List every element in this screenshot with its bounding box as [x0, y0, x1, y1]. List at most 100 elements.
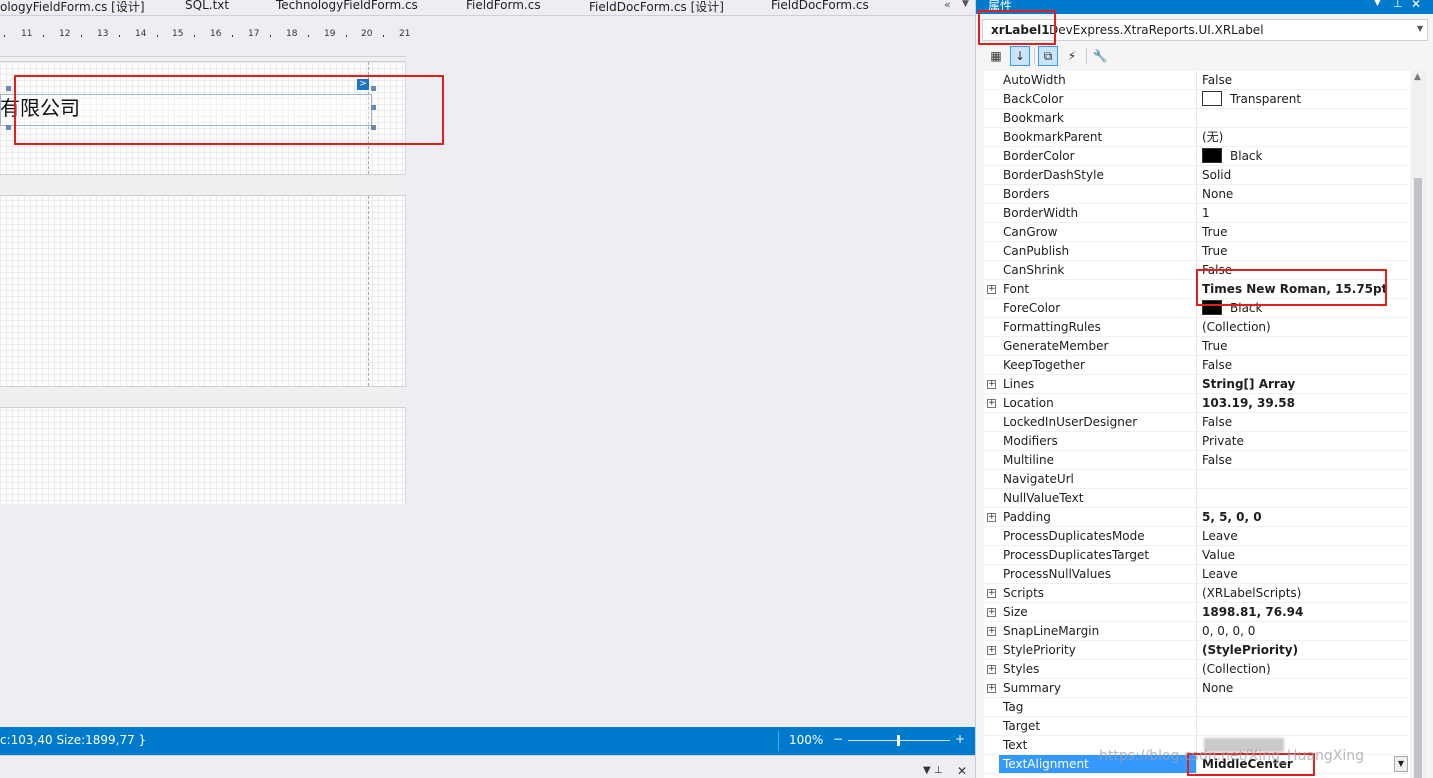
property-value[interactable]: Solid: [1198, 166, 1408, 184]
property-row-keeptogether[interactable]: KeepTogether False: [984, 356, 1408, 375]
property-value[interactable]: 5, 5, 0, 0: [1198, 508, 1408, 526]
property-value[interactable]: (Collection): [1198, 660, 1408, 678]
expand-icon[interactable]: +: [987, 513, 996, 522]
property-value[interactable]: Leave: [1198, 527, 1408, 545]
expand-icon[interactable]: +: [987, 608, 996, 617]
property-row-borderdashstyle[interactable]: BorderDashStyle Solid: [984, 166, 1408, 185]
expand-icon[interactable]: +: [987, 399, 996, 408]
property-row-multiline[interactable]: Multiline False: [984, 451, 1408, 470]
tab-technologyfieldform-design[interactable]: ologyFieldForm.cs [设计]: [0, 0, 145, 15]
property-value[interactable]: False: [1198, 71, 1408, 89]
property-row-autowidth[interactable]: AutoWidth False: [984, 71, 1408, 90]
property-value[interactable]: (Collection): [1198, 318, 1408, 336]
property-row-tag[interactable]: Tag: [984, 698, 1408, 717]
expand-icon[interactable]: +: [987, 627, 996, 636]
property-value[interactable]: None: [1198, 185, 1408, 203]
scroll-up-icon[interactable]: ▲: [1414, 72, 1421, 82]
expand-icon[interactable]: +: [987, 665, 996, 674]
property-value[interactable]: [1198, 698, 1408, 716]
bottom-pin-icon[interactable]: ▼ ⊥: [923, 765, 943, 776]
property-value[interactable]: [1198, 489, 1408, 507]
tab-overflow-icon[interactable]: «: [944, 0, 951, 11]
property-value[interactable]: [1198, 109, 1408, 127]
property-row-size[interactable]: + Size 1898.81, 76.94: [984, 603, 1408, 622]
property-value[interactable]: (XRLabelScripts): [1198, 584, 1408, 602]
expand-icon[interactable]: +: [987, 684, 996, 693]
property-row-bookmarkparent[interactable]: BookmarkParent (无): [984, 128, 1408, 147]
property-value[interactable]: (无): [1198, 128, 1408, 146]
tab-technologyfieldform-cs[interactable]: TechnologyFieldForm.cs: [276, 0, 418, 12]
zoom-slider-thumb[interactable]: [897, 735, 900, 746]
property-value[interactable]: Transparent: [1198, 90, 1408, 108]
property-value[interactable]: Value: [1198, 546, 1408, 564]
pin-icon[interactable]: ⊥: [1393, 0, 1403, 10]
properties-view-icon[interactable]: ⧉: [1038, 46, 1058, 66]
property-row-borderwidth[interactable]: BorderWidth 1: [984, 204, 1408, 223]
alphabetical-icon[interactable]: ↓: [1010, 46, 1030, 66]
property-row-target[interactable]: Target: [984, 717, 1408, 736]
property-row-backcolor[interactable]: BackColor Transparent: [984, 90, 1408, 109]
property-row-processnullvalues[interactable]: ProcessNullValues Leave: [984, 565, 1408, 584]
property-row-generatemember[interactable]: GenerateMember True: [984, 337, 1408, 356]
zoom-in-button[interactable]: +: [955, 732, 965, 746]
property-value[interactable]: 103.19, 39.58: [1198, 394, 1408, 412]
scrollbar-thumb[interactable]: [1414, 178, 1422, 778]
chevron-down-icon[interactable]: ▼: [1394, 756, 1408, 772]
property-row-lockedinuserdesigner[interactable]: LockedInUserDesigner False: [984, 413, 1408, 432]
property-row-summary[interactable]: + Summary None: [984, 679, 1408, 698]
property-value[interactable]: Leave: [1198, 565, 1408, 583]
property-value[interactable]: None: [1198, 679, 1408, 697]
property-row-snaplinemargin[interactable]: + SnapLineMargin 0, 0, 0, 0: [984, 622, 1408, 641]
property-row-nullvaluetext[interactable]: NullValueText: [984, 489, 1408, 508]
property-row-modifiers[interactable]: Modifiers Private: [984, 432, 1408, 451]
property-row-stylepriority[interactable]: + StylePriority (StylePriority): [984, 641, 1408, 660]
tab-fielddocform-cs[interactable]: FieldDocForm.cs: [771, 0, 869, 12]
property-value[interactable]: (StylePriority): [1198, 641, 1408, 659]
categorized-icon[interactable]: ▦: [986, 46, 1006, 66]
close-icon[interactable]: ✕: [1411, 0, 1421, 11]
property-value[interactable]: True: [1198, 223, 1408, 241]
property-row-styles[interactable]: + Styles (Collection): [984, 660, 1408, 679]
band-separator[interactable]: [0, 174, 406, 196]
property-value[interactable]: Private: [1198, 432, 1408, 450]
tab-menu-icon[interactable]: ▼: [962, 0, 969, 9]
expand-icon[interactable]: +: [987, 285, 996, 294]
property-value[interactable]: False: [1198, 413, 1408, 431]
property-value[interactable]: String[] Array: [1198, 375, 1408, 393]
tab-fielddocform-design[interactable]: FieldDocForm.cs [设计]: [589, 0, 724, 15]
property-pages-icon[interactable]: 🔧: [1090, 46, 1110, 66]
property-value[interactable]: True: [1198, 242, 1408, 260]
property-row-formattingrules[interactable]: FormattingRules (Collection): [984, 318, 1408, 337]
expand-icon[interactable]: +: [987, 589, 996, 598]
property-value[interactable]: False: [1198, 356, 1408, 374]
property-row-scripts[interactable]: + Scripts (XRLabelScripts): [984, 584, 1408, 603]
property-value[interactable]: False: [1198, 451, 1408, 469]
property-value[interactable]: [1198, 717, 1408, 735]
tab-fieldform-cs[interactable]: FieldForm.cs: [466, 0, 541, 12]
property-value[interactable]: 1: [1198, 204, 1408, 222]
property-row-navigateurl[interactable]: NavigateUrl: [984, 470, 1408, 489]
property-row-lines[interactable]: + Lines String[] Array: [984, 375, 1408, 394]
chevron-down-icon[interactable]: ▼: [1417, 24, 1423, 33]
band-separator[interactable]: [0, 386, 406, 408]
expand-icon[interactable]: +: [987, 380, 996, 389]
zoom-out-button[interactable]: −: [833, 732, 843, 746]
resize-handle[interactable]: [6, 125, 11, 130]
property-value[interactable]: True: [1198, 337, 1408, 355]
tab-sql-txt[interactable]: SQL.txt: [185, 0, 229, 12]
property-row-bookmark[interactable]: Bookmark: [984, 109, 1408, 128]
expand-icon[interactable]: +: [987, 646, 996, 655]
property-value[interactable]: 1898.81, 76.94: [1198, 603, 1408, 621]
property-row-bordercolor[interactable]: BorderColor Black: [984, 147, 1408, 166]
property-row-processduplicatesmode[interactable]: ProcessDuplicatesMode Leave: [984, 527, 1408, 546]
property-value[interactable]: 0, 0, 0, 0: [1198, 622, 1408, 640]
bottom-close-icon[interactable]: ✕: [957, 764, 967, 778]
property-row-processduplicatestarget[interactable]: ProcessDuplicatesTarget Value: [984, 546, 1408, 565]
events-icon[interactable]: ⚡: [1062, 46, 1082, 66]
property-row-padding[interactable]: + Padding 5, 5, 0, 0: [984, 508, 1408, 527]
resize-handle[interactable]: [6, 86, 11, 91]
property-row-location[interactable]: + Location 103.19, 39.58: [984, 394, 1408, 413]
property-value[interactable]: [1198, 470, 1408, 488]
property-row-cangrow[interactable]: CanGrow True: [984, 223, 1408, 242]
window-menu-icon[interactable]: ▼: [1374, 0, 1381, 8]
